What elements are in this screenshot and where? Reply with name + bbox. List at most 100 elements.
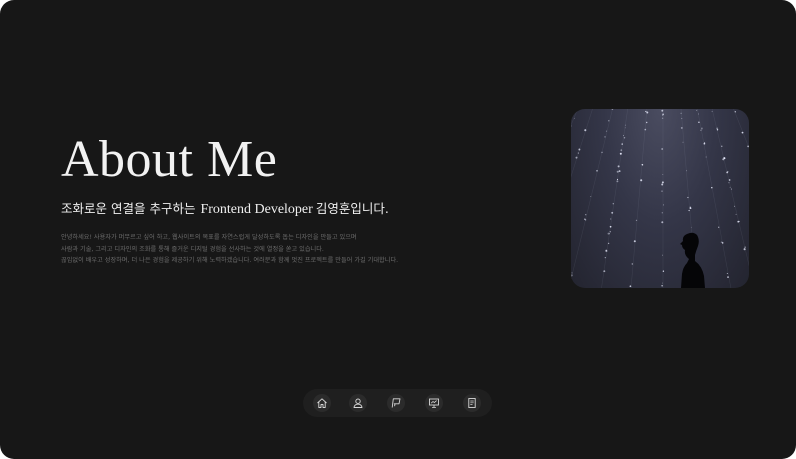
description-line: 끊임없이 배우고 성장하며, 더 나은 경험을 제공하기 위해 노력하겠습니다.… [61,257,399,264]
star-light [662,282,664,284]
star-light [645,121,648,124]
star-light [605,250,608,253]
light-string [745,109,749,118]
star-light [721,242,724,244]
dock-contact-button[interactable] [463,394,481,412]
star-light [661,109,664,112]
light-string [571,109,613,281]
star-light [616,180,619,183]
star-light [609,225,612,228]
star-light [744,246,747,249]
star-light [633,240,636,243]
star-light [608,233,610,235]
subtitle-suffix: 김영훈입니다. [315,201,389,216]
star-light [726,171,728,174]
star-light [641,163,644,166]
star-light [662,254,663,256]
star-light [723,156,726,159]
star-light [584,219,587,221]
star-light [728,179,731,181]
star-light [662,113,664,116]
star-light [611,211,614,214]
star-light [601,151,603,154]
person-icon [353,398,363,408]
star-light [629,285,632,288]
star-light [617,165,620,168]
star-light [681,117,683,119]
star-light [619,152,622,155]
star-light [688,209,690,212]
star-light [646,111,649,114]
star-light [738,220,740,223]
dock-home-button[interactable] [313,394,331,412]
light-string [571,109,593,178]
photo-light-strings [571,109,749,288]
star-light [661,285,663,287]
light-string [711,109,749,267]
home-icon [317,398,327,408]
star-light [578,148,581,151]
star-light [571,272,573,274]
star-light [661,190,663,192]
star-light [680,112,682,114]
bottom-dock [303,389,492,417]
page-title: About Me [61,131,278,188]
light-string [571,109,578,126]
star-light [662,270,665,272]
dock-about-button[interactable] [349,394,367,412]
star-light [726,273,728,274]
star-light [661,212,663,214]
star-light [698,113,699,115]
star-light [700,127,703,130]
star-light [661,221,664,224]
star-light [624,124,626,126]
star-light [661,117,664,119]
star-light [612,203,614,205]
star-light [577,109,579,110]
person-silhouette [680,232,705,288]
star-light [734,111,736,113]
star-light [705,156,707,158]
star-light [661,181,664,184]
star-light [590,196,592,197]
dock-projects-button[interactable] [387,394,405,412]
star-light [631,263,633,265]
star-light [696,109,698,111]
subtitle-prefix: 조화로운 연결을 추구하는 [61,201,196,216]
star-light [571,278,573,280]
star-light [662,204,664,206]
star-light [596,169,598,172]
star-light [616,178,619,180]
star-light [680,126,683,129]
photo-star-lights [571,109,749,288]
star-light [662,173,664,175]
dock-board-button[interactable] [425,394,443,412]
star-light [661,183,664,186]
star-light [687,196,689,199]
star-light [571,274,573,277]
profile-photo [571,109,749,288]
star-light [727,276,729,278]
star-light [716,127,719,130]
star-light [735,213,737,215]
star-light [575,156,578,159]
star-light [574,117,576,119]
flag-icon [391,398,401,408]
star-light [698,121,700,124]
light-string [733,109,749,149]
star-light [716,129,719,131]
profile-photo-art [571,109,749,288]
document-icon [468,398,476,408]
star-light [624,127,626,129]
star-light [721,145,723,147]
star-light [605,130,607,132]
star-light [730,188,733,190]
about-page: About Me 조화로운 연결을 추구하는 Frontend Developer… [0,0,796,459]
star-light [704,142,706,144]
star-light [718,226,720,228]
star-light [608,120,610,122]
star-light [585,214,587,216]
star-light [604,257,606,259]
star-light [700,129,702,131]
star-light [635,219,638,222]
